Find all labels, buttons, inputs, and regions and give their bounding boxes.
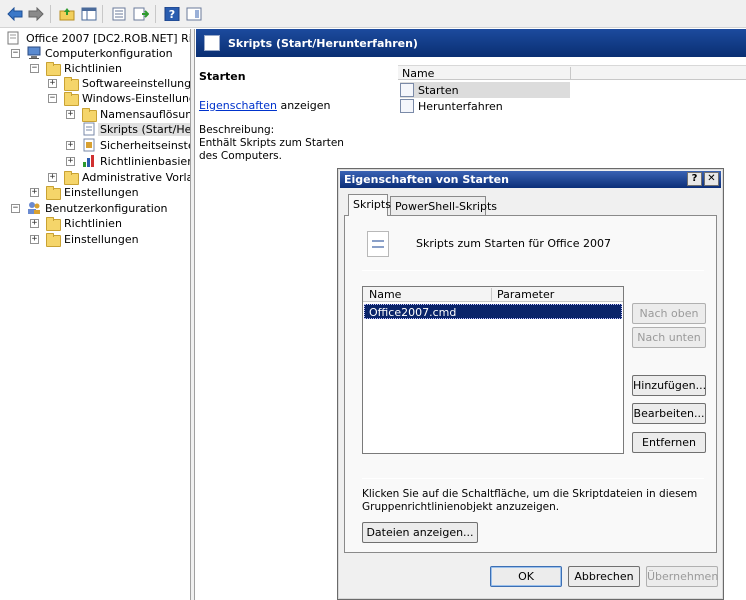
list-item-starten[interactable]: Starten — [400, 82, 570, 98]
hint-text: Klicken Sie auf die Schaltfläche, um die… — [362, 488, 698, 513]
svg-text:?: ? — [169, 8, 175, 21]
show-action-pane-icon[interactable] — [185, 5, 203, 23]
folder-icon — [46, 217, 62, 232]
expand-toggle[interactable]: + — [30, 235, 39, 244]
tree-node-sicherheitseinstellungen[interactable]: + Sicherheitseinstellu — [0, 138, 190, 153]
computer-icon — [26, 46, 42, 60]
tree-node-root[interactable]: Office 2007 [DC2.ROB.NET] Richtli — [0, 31, 190, 46]
collapse-toggle[interactable]: − — [11, 49, 20, 58]
folder-icon — [64, 171, 80, 186]
show-files-button[interactable]: Dateien anzeigen... — [362, 522, 478, 543]
script-icon — [204, 35, 220, 51]
expand-toggle[interactable]: + — [48, 173, 57, 182]
tab-panel-skripts: Skripts zum Starten für Office 2007 Name… — [344, 215, 717, 553]
expand-toggle[interactable]: + — [66, 110, 75, 119]
scripts-list[interactable]: Name Parameter Office2007.cmd — [362, 286, 624, 454]
column-divider — [491, 288, 492, 301]
tree-node-namensaufloesung[interactable]: + Namensauflösungs — [0, 107, 190, 123]
script-icon — [400, 83, 414, 97]
expand-toggle[interactable]: + — [66, 141, 75, 150]
divider — [362, 478, 704, 479]
script-icon — [400, 99, 414, 113]
tree-node-einstellungen[interactable]: + Einstellungen — [0, 185, 190, 201]
bar-chart-icon — [82, 154, 98, 168]
expand-toggle[interactable]: + — [30, 188, 39, 197]
move-up-button[interactable]: Nach oben — [632, 303, 706, 324]
tree-node-softwareeinstellungen[interactable]: + Softwareeinstellungen — [0, 76, 190, 92]
list-column-header[interactable]: Name — [398, 65, 746, 80]
tree-node-benutzer-einstellungen[interactable]: + Einstellungen — [0, 232, 190, 248]
properties-dialog: Eigenschaften von Starten ? ✕ Skripts Po… — [337, 168, 724, 600]
apply-button[interactable]: Übernehmen — [646, 566, 718, 587]
divider — [362, 270, 704, 271]
column-divider — [570, 67, 571, 80]
folder-icon — [46, 186, 62, 201]
tab-powershell-skripts[interactable]: PowerShell-Skripts — [390, 196, 497, 216]
folder-icon — [64, 92, 80, 107]
expand-toggle[interactable]: + — [66, 157, 75, 166]
expand-toggle[interactable]: + — [48, 79, 57, 88]
collapse-toggle[interactable]: − — [30, 64, 39, 73]
folder-icon — [64, 77, 80, 92]
tree-node-benutzer-richtlinien[interactable]: + Richtlinien — [0, 216, 190, 232]
help-icon[interactable]: ? — [163, 5, 181, 23]
gpo-document-icon — [6, 31, 22, 45]
edit-button[interactable]: Bearbeiten... — [632, 403, 706, 424]
properties-link[interactable]: Eigenschaften — [199, 99, 277, 112]
tree-node-computerkonfiguration[interactable]: − Computerkonfiguration — [0, 46, 190, 61]
collapse-toggle[interactable]: − — [48, 94, 57, 103]
properties-icon[interactable] — [132, 5, 150, 23]
toolbar-separator — [155, 5, 156, 23]
cancel-button[interactable]: Abbrechen — [568, 566, 640, 587]
tree-node-benutzerkonfiguration[interactable]: − Benutzerkonfiguration — [0, 201, 190, 216]
remove-button[interactable]: Entfernen — [632, 432, 706, 453]
close-button[interactable]: ✕ — [704, 172, 719, 186]
script-icon — [367, 231, 389, 257]
folder-icon — [46, 62, 62, 77]
console-tree: Office 2007 [DC2.ROB.NET] Richtli − Comp… — [0, 29, 191, 600]
toolbar-separator — [102, 5, 103, 23]
section-title: Starten — [199, 70, 246, 83]
tree-node-administrative-vorlagen[interactable]: + Administrative Vorlager — [0, 170, 190, 186]
tab-skripts[interactable]: Skripts — [348, 194, 391, 216]
forward-arrow-icon[interactable] — [27, 5, 45, 23]
help-button[interactable]: ? — [687, 172, 702, 186]
folder-icon — [82, 108, 98, 123]
back-arrow-icon[interactable] — [6, 5, 24, 23]
script-icon — [82, 122, 98, 136]
tree-node-richtlinienbasierter-qos[interactable]: + Richtlinienbasierter — [0, 154, 190, 169]
tree-node-richtlinien[interactable]: − Richtlinien — [0, 61, 190, 77]
users-icon — [26, 201, 42, 215]
export-list-icon[interactable] — [110, 5, 128, 23]
add-button[interactable]: Hinzufügen... — [632, 375, 706, 396]
list-item-herunterfahren[interactable]: Herunterfahren — [400, 98, 570, 114]
up-folder-icon[interactable] — [58, 5, 76, 23]
scripts-list-header[interactable]: Name Parameter — [363, 287, 623, 302]
scripts-list-row[interactable]: Office2007.cmd — [364, 304, 622, 319]
collapse-toggle[interactable]: − — [11, 204, 20, 213]
properties-link-line: Eigenschaften anzeigen — [199, 99, 331, 112]
description: Beschreibung: Enthält Skripts zum Starte… — [199, 124, 344, 162]
folder-icon — [46, 233, 62, 248]
expand-toggle[interactable]: + — [30, 219, 39, 228]
security-settings-icon — [82, 138, 98, 152]
ok-button[interactable]: OK — [490, 566, 562, 587]
details-header: Skripts (Start/Herunterfahren) — [196, 29, 746, 57]
tree-node-skripts[interactable]: Skripts (Start/Heru — [0, 122, 190, 137]
dialog-titlebar[interactable]: Eigenschaften von Starten ? ✕ — [340, 171, 721, 188]
pane-splitter[interactable] — [191, 29, 195, 600]
toolbar-separator — [50, 5, 51, 23]
tree-node-windows-einstellungen[interactable]: − Windows-Einstellungen — [0, 91, 190, 107]
toolbar: ? — [0, 0, 746, 28]
panel-heading: Skripts zum Starten für Office 2007 — [416, 237, 611, 250]
move-down-button[interactable]: Nach unten — [632, 327, 706, 348]
show-tree-icon[interactable] — [80, 5, 98, 23]
